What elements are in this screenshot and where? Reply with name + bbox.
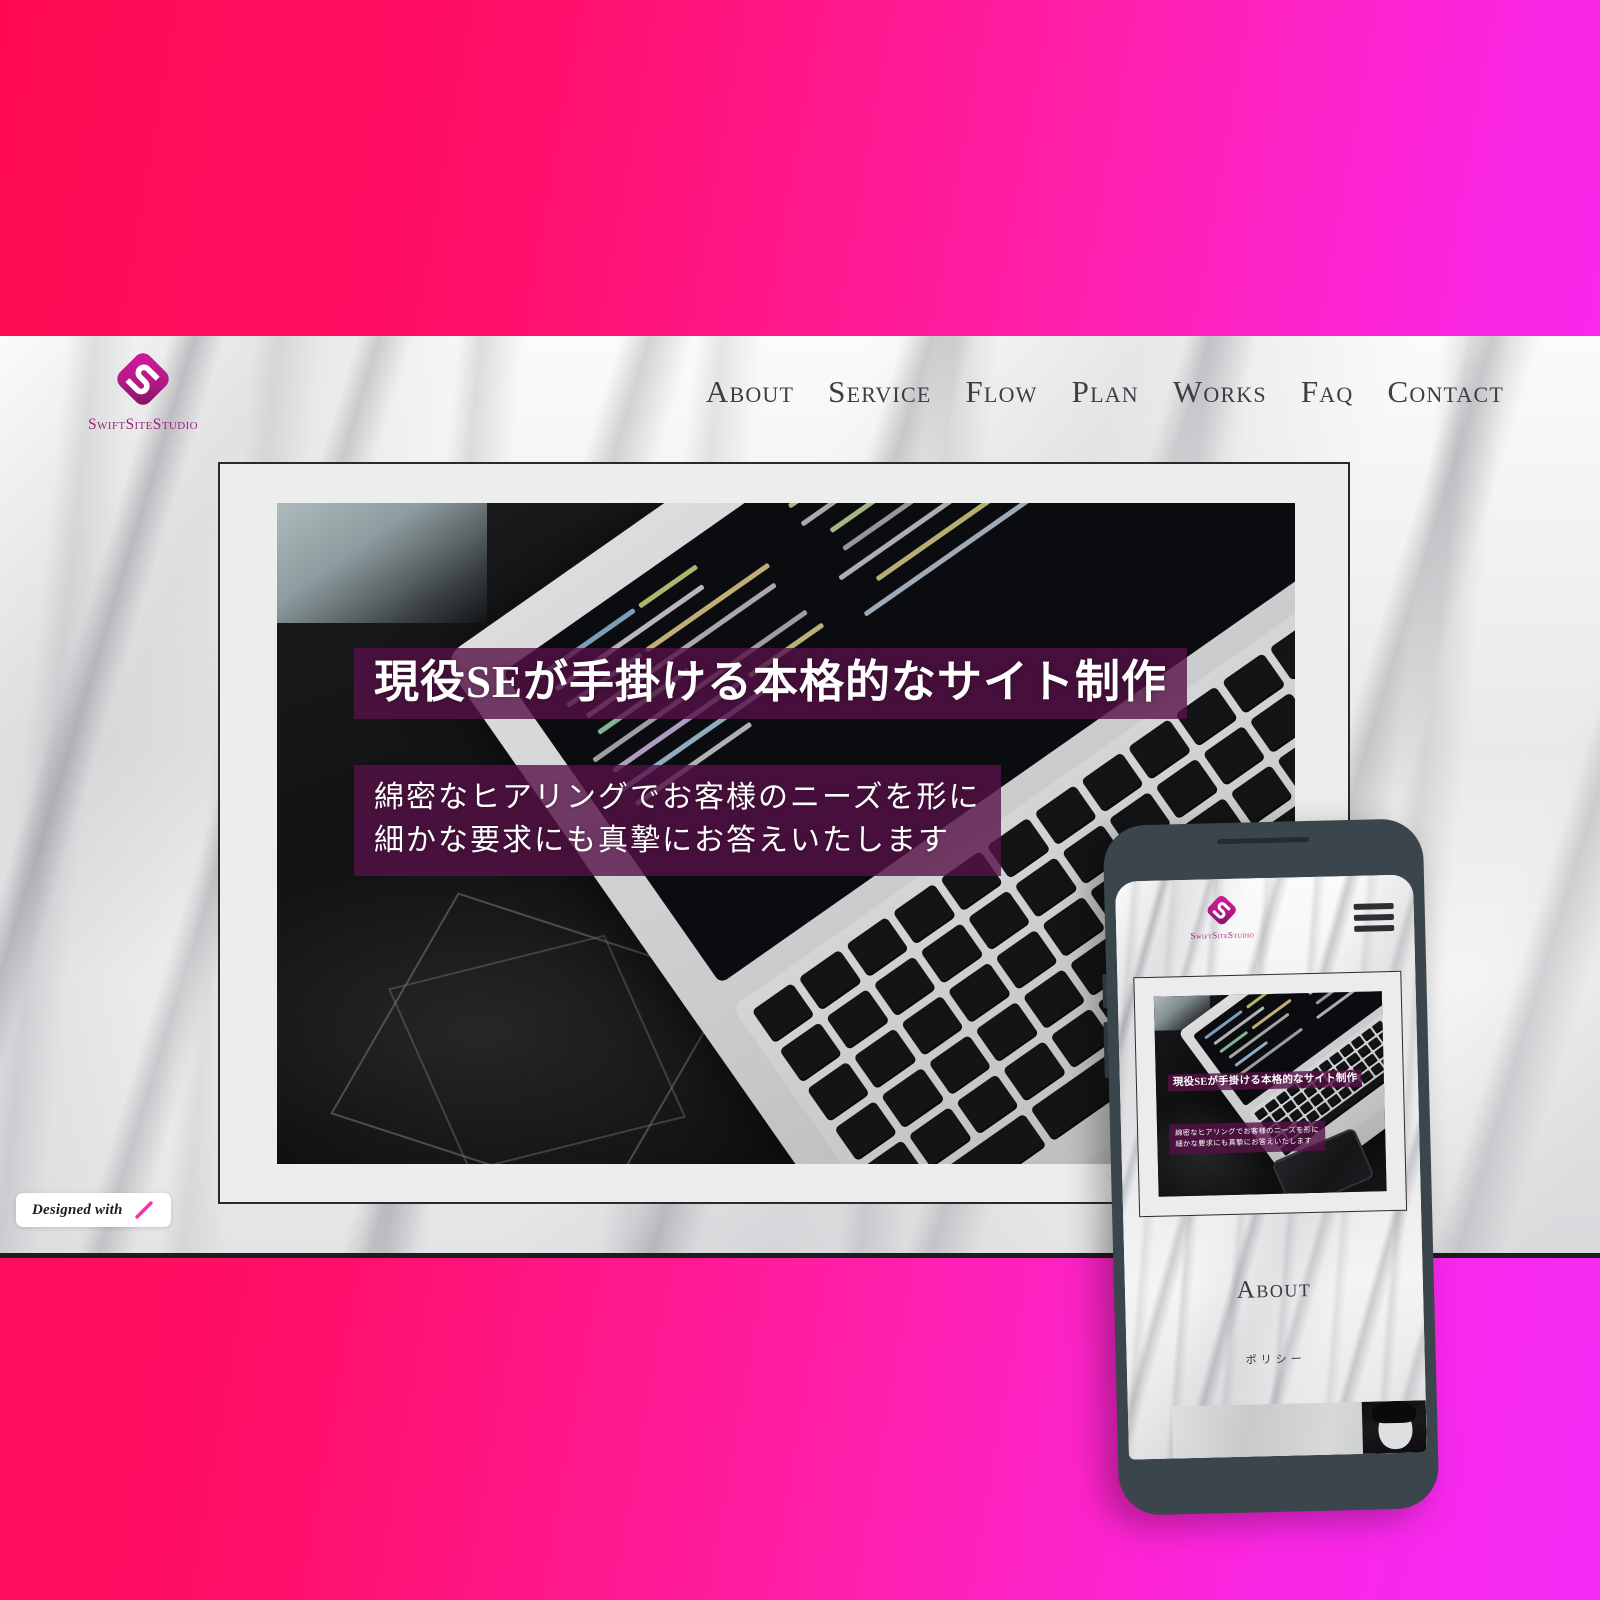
designed-with-label: Designed with <box>32 1201 123 1218</box>
nav-item-faq[interactable]: Faq <box>1301 374 1354 410</box>
hero-title-band: 現役SEが手掛ける本格的なサイト制作 <box>354 648 1188 720</box>
nav-item-about[interactable]: About <box>706 374 794 410</box>
hero-subtitle-line-2: 細かな要求にも真摯にお答えいたします <box>374 823 950 857</box>
diamond-s-logo-icon <box>1207 896 1236 925</box>
phone-brand-wordmark: SwiftSiteStudio <box>1190 929 1255 941</box>
main-navigation: About Service Flow Plan Works Faq Contac… <box>706 374 1504 410</box>
phone-hero-subtitle-band: 綿密なヒアリングでお客様のニーズを形に 細かな要求にも真摯にお答えいたします <box>1168 1120 1326 1155</box>
phone-about-subtitle: ポリシー <box>1245 1353 1306 1367</box>
hamburger-bar-1 <box>1353 902 1394 910</box>
site-header: SwiftSiteStudio About Service Flow Plan … <box>0 336 1600 460</box>
brand-wordmark: SwiftSiteStudio <box>87 416 199 433</box>
phone-site-header: SwiftSiteStudio <box>1115 874 1415 971</box>
phone-volume-button-up[interactable] <box>1102 973 1108 1009</box>
phone-hero-frame: 現役SEが手掛ける本格的なサイト制作 綿密なヒアリングでお客様のニーズを形に 細… <box>1133 970 1408 1218</box>
nav-item-service[interactable]: Service <box>828 374 931 410</box>
hamburger-bar-3 <box>1354 924 1395 932</box>
phone-speaker <box>1216 836 1310 845</box>
phone-screen: SwiftSiteStudio 現役SEが手掛ける本格的なサイト制作 綿密なヒア… <box>1114 874 1428 1460</box>
nav-item-plan[interactable]: Plan <box>1072 374 1139 410</box>
pen-icon <box>134 1201 153 1219</box>
phone-hero-title: 現役SEが手掛ける本格的なサイト制作 <box>1172 1072 1358 1089</box>
designed-with-badge[interactable]: Designed with <box>16 1193 171 1227</box>
desk-light-corner <box>277 503 487 623</box>
phone-about-section: About ポリシー <box>1123 1214 1428 1460</box>
nav-item-works[interactable]: Works <box>1173 374 1267 410</box>
phone-brand-logo[interactable]: SwiftSiteStudio <box>1173 892 1270 941</box>
phone-about-title: About <box>1236 1275 1312 1304</box>
nav-item-flow[interactable]: Flow <box>965 374 1037 410</box>
hamburger-bar-2 <box>1353 913 1394 921</box>
pink-gradient-backdrop: SwiftSiteStudio About Service Flow Plan … <box>0 0 1600 1600</box>
hero-subtitle-band: 綿密なヒアリングでお客様のニーズを形に 細かな要求にも真摯にお答えいたします <box>354 765 1001 877</box>
phone-hero-photo: 現役SEが手掛ける本格的なサイト制作 綿密なヒアリングでお客様のニーズを形に 細… <box>1153 991 1387 1197</box>
hero-subtitle-line-1: 綿密なヒアリングでお客様のニーズを形に <box>374 781 981 814</box>
phone-mockup: SwiftSiteStudio 現役SEが手掛ける本格的なサイト制作 綿密なヒア… <box>1102 818 1440 1516</box>
phone-volume-button-down[interactable] <box>1103 1021 1109 1079</box>
phone-about-photo <box>1171 1400 1428 1460</box>
person-photo <box>1361 1400 1428 1460</box>
person-hair <box>1371 1400 1417 1424</box>
hamburger-menu-icon[interactable] <box>1353 902 1395 932</box>
nav-item-contact[interactable]: Contact <box>1387 374 1504 410</box>
hero-title: 現役SEが手掛ける本格的なサイト制作 <box>374 657 1168 707</box>
diamond-s-logo-icon <box>117 353 169 405</box>
brand-logo[interactable]: SwiftSiteStudio <box>68 348 218 434</box>
